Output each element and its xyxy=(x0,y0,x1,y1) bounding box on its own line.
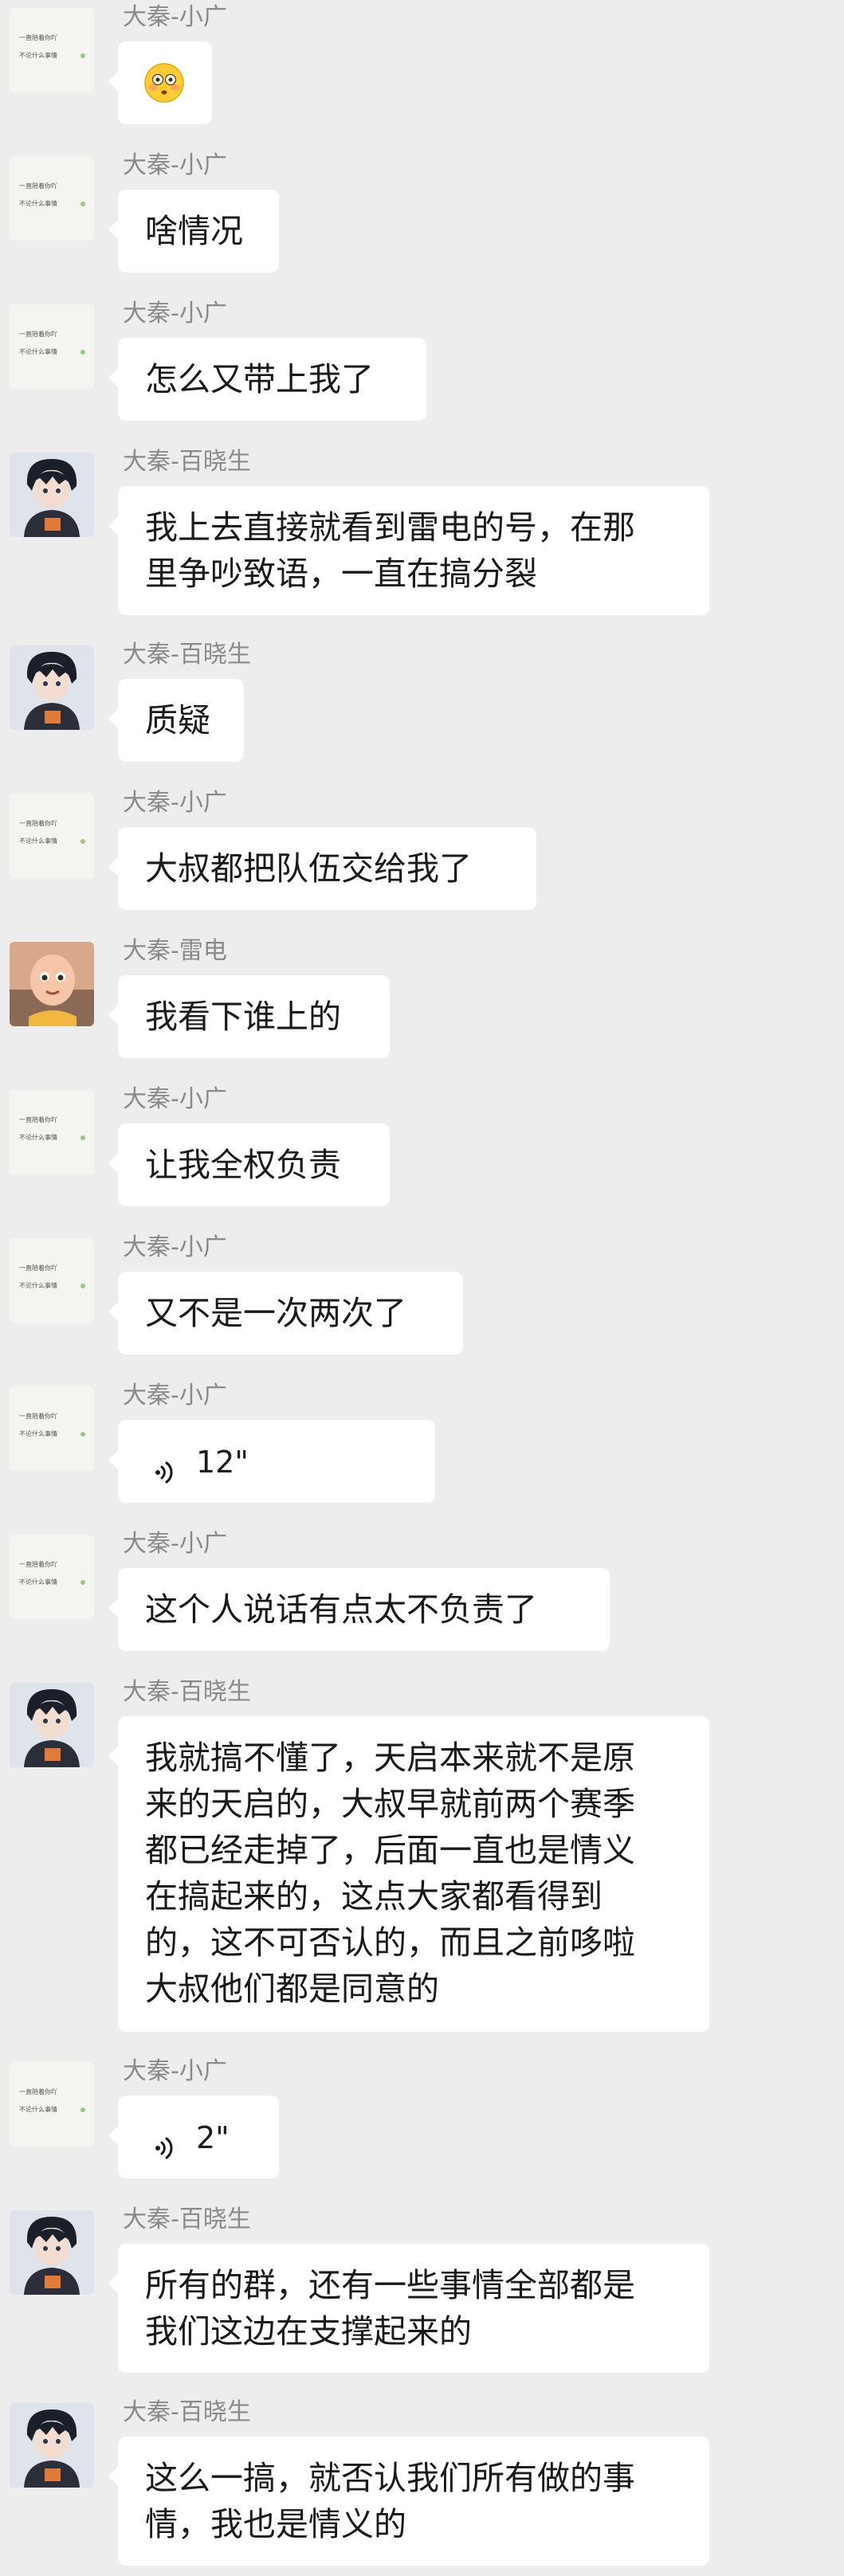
sender-name: 大秦-小广 xyxy=(123,1085,227,1113)
sender-name: 大秦-小广 xyxy=(123,300,227,327)
avatar-baixiaosheng[interactable] xyxy=(10,453,94,537)
sender-name: 大秦-小广 xyxy=(123,1382,227,1410)
message-text-line: 我就搞不懂了，天启本来就不是原 xyxy=(145,1739,635,1777)
emoji-bubble[interactable] xyxy=(108,41,212,124)
message-text-line: 在搞起来的，这点大家都看得到 xyxy=(145,1877,603,1915)
message-text-line: 我上去直接就看到雷电的号，在那 xyxy=(145,508,635,547)
sender-name: 大秦-雷电 xyxy=(123,937,227,965)
message-text-line: 的，这不可否认的，而且之前哆啦 xyxy=(145,1923,635,1962)
avatar-xiaoguang[interactable]: 一直陪着你吖 不论什么事情 xyxy=(10,1535,94,1619)
sender-name: 大秦-百晓生 xyxy=(123,641,251,669)
message-text: 质疑 xyxy=(145,701,210,739)
voice-message-bubble[interactable]: 2" xyxy=(108,2096,279,2178)
sender-name: 大秦-百晓生 xyxy=(123,2398,251,2426)
sender-name: 大秦-小广 xyxy=(123,1233,227,1261)
svg-text:不论什么事情: 不论什么事情 xyxy=(19,347,57,355)
avatar-xiaoguang[interactable]: 一直陪着你吖 不论什么事情 xyxy=(10,2062,94,2147)
message-bubble[interactable]: 所有的群，还有一些事情全部都是 我们这边在支撑起来的 xyxy=(108,2244,709,2373)
message-bubble[interactable]: 这么一搞，就否认我们所有做的事 情，我也是情义的 xyxy=(108,2437,709,2566)
svg-text:一直陪着你吖: 一直陪着你吖 xyxy=(19,2088,57,2096)
svg-text:不论什么事情: 不论什么事情 xyxy=(19,2105,57,2113)
message-bubble[interactable]: 质疑 xyxy=(108,679,244,762)
avatar-xiaoguang[interactable]: 一直陪着你吖 不论什么事情 xyxy=(10,1386,94,1471)
message-bubble[interactable]: 怎么又带上我了 xyxy=(108,338,426,421)
avatar-xiaoguang[interactable]: 一直陪着你吖 不论什么事情 xyxy=(10,1090,94,1174)
svg-text:不论什么事情: 不论什么事情 xyxy=(19,199,57,207)
chat-message-list[interactable]: 一直陪着你吖 不论什么事情 大秦-小广 一直陪着你吖 不论什么事情 大秦-小广 … xyxy=(0,0,844,2576)
svg-text:一直陪着你吖: 一直陪着你吖 xyxy=(19,1412,57,1420)
sender-name: 大秦-小广 xyxy=(123,151,227,179)
message-text: 让我全权负责 xyxy=(145,1146,341,1184)
message-text: 大叔都把队伍交给我了 xyxy=(145,849,472,888)
message-text: 啥情况 xyxy=(145,212,243,250)
avatar-xiaoguang[interactable]: 一直陪着你吖 不论什么事情 xyxy=(10,794,94,878)
sender-name: 大秦-百晓生 xyxy=(123,448,251,476)
message-bubble[interactable]: 啥情况 xyxy=(108,190,279,272)
voice-wave-icon xyxy=(153,2126,177,2159)
svg-text:不论什么事情: 不论什么事情 xyxy=(19,51,57,59)
message-text: 又不是一次两次了 xyxy=(145,1294,406,1332)
svg-text:一直陪着你吖: 一直陪着你吖 xyxy=(19,1264,57,1272)
message-text-line: 来的天启的，大叔早就前两个赛季 xyxy=(145,1785,635,1823)
message-bubble[interactable]: 我就搞不懂了，天启本来就不是原 来的天启的，大叔早就前两个赛季 都已经走掉了，后… xyxy=(108,1716,709,2032)
sender-name: 大秦-小广 xyxy=(123,1530,227,1558)
voice-duration: 12" xyxy=(196,1445,249,1480)
message-text: 我看下谁上的 xyxy=(145,998,341,1036)
svg-text:一直陪着你吖: 一直陪着你吖 xyxy=(19,819,57,827)
message-text-line: 大叔他们都是同意的 xyxy=(145,1970,439,2008)
sender-name: 大秦-百晓生 xyxy=(123,1678,251,1706)
avatar-xiaoguang[interactable]: 一直陪着你吖 不论什么事情 xyxy=(10,8,94,92)
message-text-line: 所有的群，还有一些事情全部都是 xyxy=(145,2266,635,2304)
avatar-xiaoguang[interactable]: 一直陪着你吖 不论什么事情 xyxy=(10,304,94,389)
message-text-line: 都已经走掉了，后面一直也是情义 xyxy=(145,1831,635,1869)
svg-text:不论什么事情: 不论什么事情 xyxy=(19,837,57,845)
sender-name: 大秦-小广 xyxy=(123,3,227,31)
message-bubble[interactable]: 让我全权负责 xyxy=(108,1123,390,1206)
message-bubble[interactable]: 又不是一次两次了 xyxy=(108,1272,463,1355)
message-text-line: 里争吵致语，一直在搞分裂 xyxy=(145,555,537,593)
avatar-xiaoguang[interactable]: 一直陪着你吖 不论什么事情 xyxy=(10,156,94,241)
avatar-xiaoguang[interactable]: 一直陪着你吖 不论什么事情 xyxy=(10,1238,94,1323)
svg-text:一直陪着你吖: 一直陪着你吖 xyxy=(19,330,57,338)
message-text-line: 这么一搞，就否认我们所有做的事 xyxy=(145,2459,635,2497)
message-text: 怎么又带上我了 xyxy=(145,360,374,398)
message-bubble[interactable]: 我看下谁上的 xyxy=(108,975,390,1058)
avatar-baixiaosheng[interactable] xyxy=(10,2210,94,2295)
svg-text:一直陪着你吖: 一直陪着你吖 xyxy=(19,182,57,190)
message-bubble[interactable]: 我上去直接就看到雷电的号，在那 里争吵致语，一直在搞分裂 xyxy=(108,486,709,615)
voice-duration: 2" xyxy=(196,2120,230,2155)
message-text-line: 我们这边在支撑起来的 xyxy=(145,2312,472,2351)
avatar-leidian[interactable] xyxy=(10,942,94,1026)
svg-text:一直陪着你吖: 一直陪着你吖 xyxy=(19,1560,57,1568)
svg-text:一直陪着你吖: 一直陪着你吖 xyxy=(19,33,57,41)
message-bubble[interactable]: 这个人说话有点太不负责了 xyxy=(108,1568,610,1651)
sender-name: 大秦-小广 xyxy=(123,789,227,817)
message-text: 这个人说话有点太不负责了 xyxy=(145,1590,537,1629)
voice-wave-icon xyxy=(153,1450,177,1484)
avatar-baixiaosheng[interactable] xyxy=(10,1683,94,1767)
voice-message-bubble[interactable]: 12" xyxy=(108,1420,435,1503)
svg-text:不论什么事情: 不论什么事情 xyxy=(19,1429,57,1437)
message-bubble[interactable]: 大叔都把队伍交给我了 xyxy=(108,827,536,910)
svg-text:一直陪着你吖: 一直陪着你吖 xyxy=(19,1115,57,1123)
avatar-baixiaosheng[interactable] xyxy=(10,645,94,730)
svg-text:不论什么事情: 不论什么事情 xyxy=(19,1281,57,1289)
message-text-line: 情，我也是情义的 xyxy=(145,2505,406,2543)
flushed-face-emoji-icon xyxy=(143,62,185,104)
avatar-baixiaosheng[interactable] xyxy=(10,2403,94,2488)
svg-text:不论什么事情: 不论什么事情 xyxy=(19,1133,57,1141)
sender-name: 大秦-小广 xyxy=(123,2057,227,2085)
svg-text:不论什么事情: 不论什么事情 xyxy=(19,1578,57,1586)
sender-name: 大秦-百晓生 xyxy=(123,2205,251,2233)
